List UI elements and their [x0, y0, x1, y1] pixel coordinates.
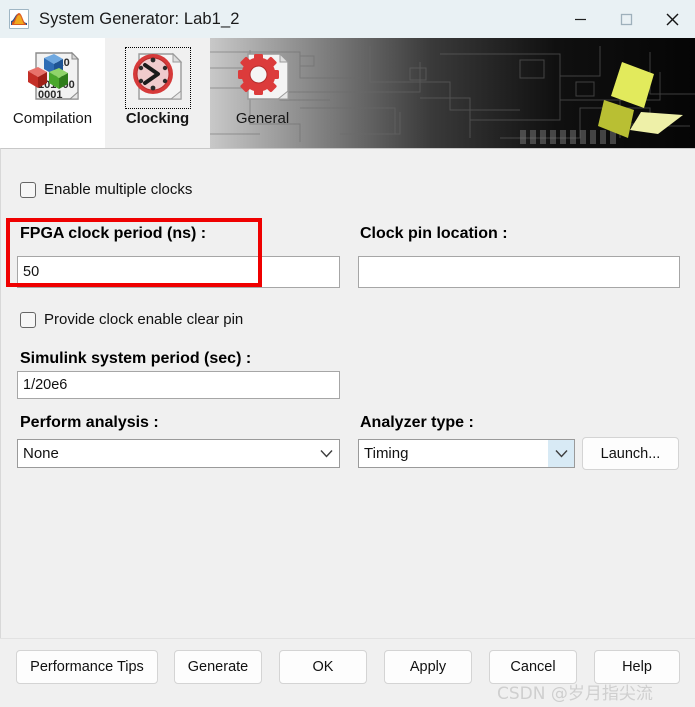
- clock-document-icon: [124, 47, 191, 109]
- window-controls: [557, 0, 695, 38]
- enable-multiple-clocks-row[interactable]: Enable multiple clocks: [20, 181, 192, 198]
- tab-bar: 110 11 101000 0001: [0, 38, 315, 148]
- matlab-membrane-icon: [9, 9, 29, 29]
- system-generator-dialog: System Generator: Lab1_2 0001 Compilatio…: [0, 0, 695, 707]
- perform-analysis-label: Perform analysis :: [20, 414, 159, 431]
- tab-clocking-label: Clocking: [125, 110, 190, 127]
- tab-general-label: General: [235, 110, 290, 127]
- chevron-down-icon[interactable]: [313, 440, 339, 467]
- tab-general[interactable]: General: [210, 38, 315, 148]
- maximize-icon[interactable]: [603, 0, 649, 38]
- fpga-clock-period-input[interactable]: 50: [17, 256, 340, 288]
- close-icon[interactable]: [649, 0, 695, 38]
- title-bar: System Generator: Lab1_2: [0, 0, 695, 38]
- tab-compilation[interactable]: 110 11 101000 0001: [0, 38, 105, 148]
- launch-button[interactable]: Launch...: [582, 437, 679, 470]
- apply-button[interactable]: Apply: [384, 650, 472, 684]
- window-title: System Generator: Lab1_2: [39, 9, 240, 28]
- tab-clocking[interactable]: Clocking: [105, 38, 210, 148]
- ok-button[interactable]: OK: [279, 650, 367, 684]
- performance-tips-button[interactable]: Performance Tips: [16, 650, 158, 684]
- tab-compilation-label: Compilation: [12, 110, 93, 127]
- perform-analysis-value: None: [23, 445, 59, 462]
- clocking-panel: Generator System Enable multiple clocks …: [0, 148, 695, 707]
- enable-multiple-clocks-checkbox[interactable]: [20, 181, 36, 198]
- generate-button[interactable]: Generate: [174, 650, 262, 684]
- fpga-clock-period-label: FPGA clock period (ns) :: [20, 225, 207, 242]
- analyzer-type-value: Timing: [364, 445, 409, 462]
- compilation-binary-document-icon: 110 11 101000 0001: [20, 47, 86, 109]
- enable-multiple-clocks-label: Enable multiple clocks: [44, 181, 193, 198]
- provide-clock-enable-clear-pin-checkbox[interactable]: [20, 311, 36, 328]
- clock-pin-location-input[interactable]: [358, 256, 680, 288]
- svg-text:0001: 0001: [38, 89, 62, 101]
- provide-clock-enable-clear-pin-label: Provide clock enable clear pin: [44, 311, 244, 328]
- simulink-system-period-input[interactable]: 1/20e6: [17, 371, 340, 399]
- button-bar-separator: [0, 638, 695, 639]
- clock-pin-location-label: Clock pin location :: [360, 225, 508, 242]
- simulink-system-period-label: Simulink system period (sec) :: [20, 350, 252, 367]
- banner: 110 11 101000 0001: [0, 38, 695, 148]
- minimize-icon[interactable]: [557, 0, 603, 38]
- perform-analysis-select[interactable]: None: [17, 439, 340, 468]
- analyzer-type-label: Analyzer type :: [360, 414, 474, 431]
- chevron-down-icon[interactable]: [548, 440, 574, 467]
- gear-document-icon: [230, 47, 296, 109]
- csdn-watermark: CSDN @岁月指尖流: [497, 684, 653, 704]
- analyzer-type-select[interactable]: Timing: [358, 439, 575, 468]
- provide-clock-enable-clear-pin-row[interactable]: Provide clock enable clear pin: [20, 311, 243, 328]
